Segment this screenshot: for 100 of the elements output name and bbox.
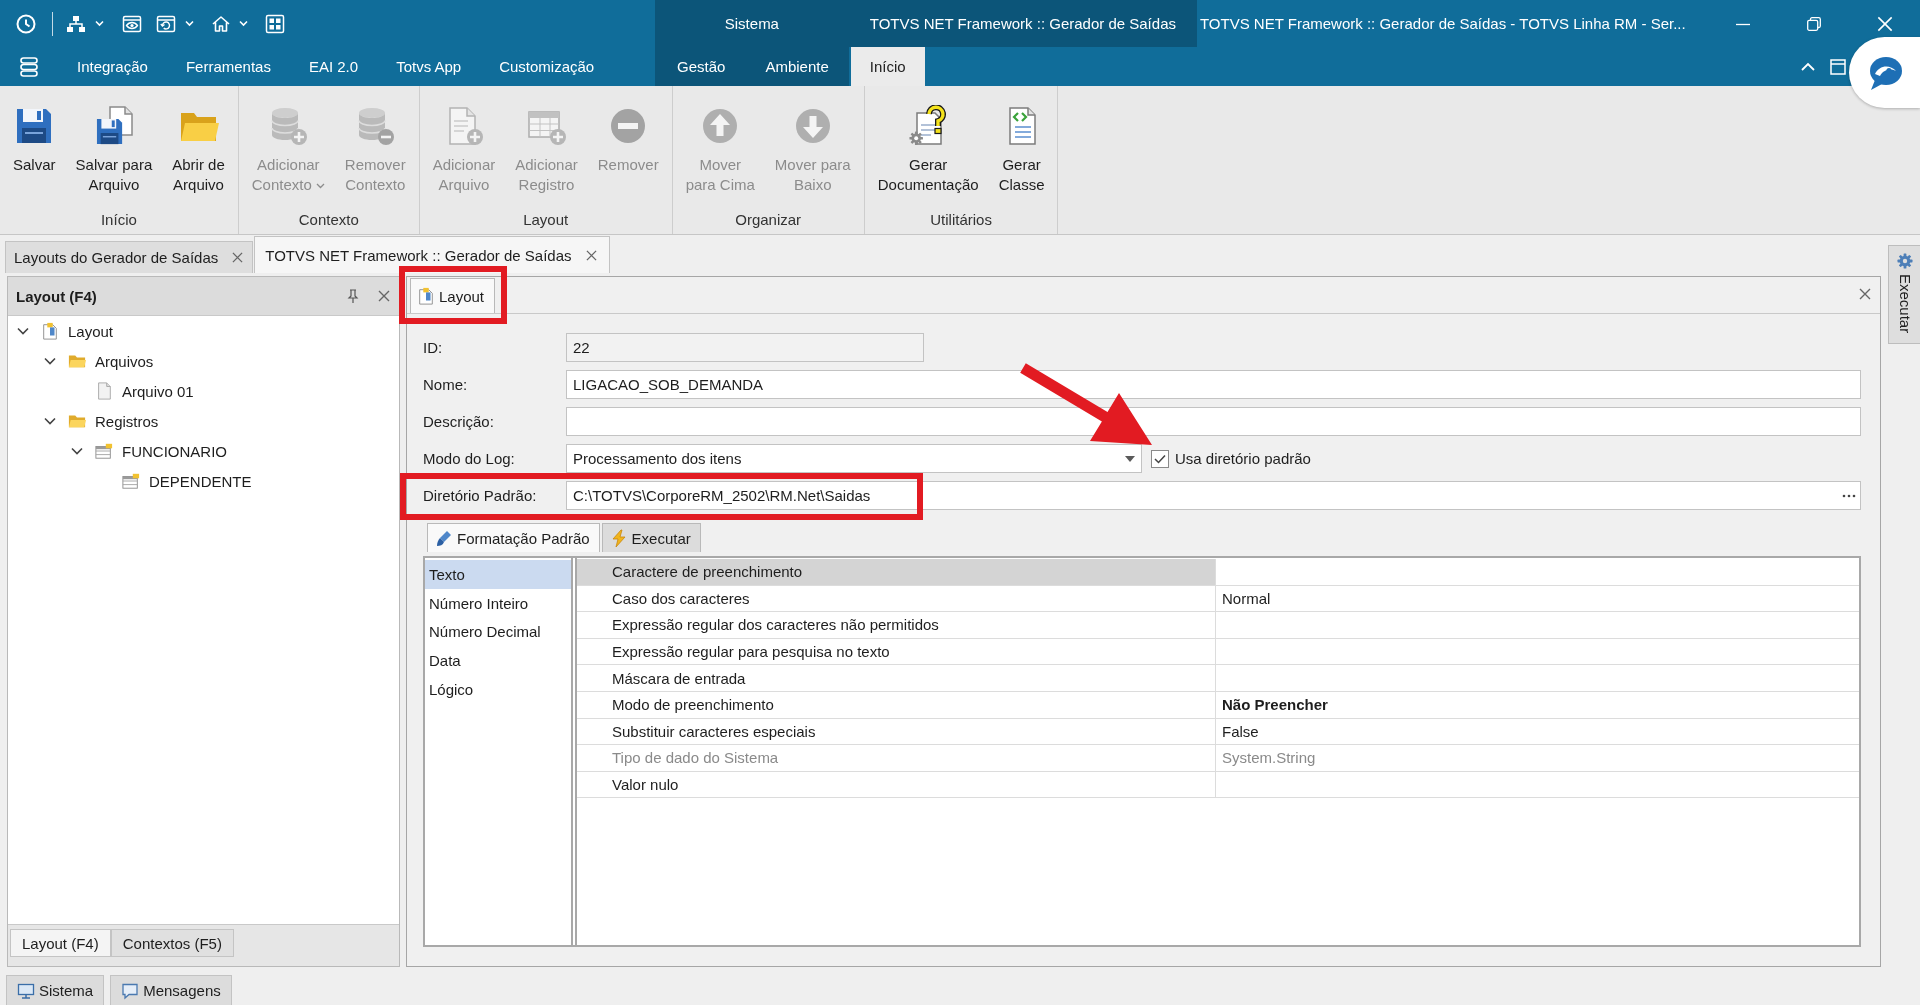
list-item[interactable]: Número Decimal — [425, 617, 571, 647]
field-label: Nome: — [423, 376, 469, 393]
field-label: Modo do Log: — [423, 450, 516, 467]
property-value[interactable]: Normal — [1216, 585, 1859, 612]
ribbon-tab[interactable]: EAI 2.0 — [289, 47, 378, 86]
property-name: Máscara de entrada — [577, 665, 1216, 691]
ribbon-tab[interactable]: Ambiente — [745, 47, 849, 86]
tree-item[interactable]: FUNCIONARIO — [70, 436, 231, 466]
tree-item[interactable]: Layout — [16, 316, 118, 346]
monitor-icon — [17, 981, 35, 1000]
property-name: Tipo de dado do Sistema — [577, 745, 1216, 771]
close-icon[interactable] — [378, 290, 390, 302]
close-icon[interactable] — [1859, 288, 1871, 300]
path-field[interactable]: C:\TOTVS\CorporeRM_2502\RM.Net\Saidas — [566, 481, 1861, 510]
document-tab[interactable]: TOTVS NET Framework :: Gerador de Saídas — [254, 236, 610, 273]
restore-icon[interactable] — [1806, 16, 1821, 31]
list-item[interactable]: Data — [425, 646, 571, 675]
text-field[interactable]: LIGACAO_SOB_DEMANDA — [566, 370, 1861, 399]
chevron-down-icon[interactable] — [44, 417, 56, 425]
list-item[interactable]: Número Inteiro — [425, 588, 571, 618]
property-name: Caractere de preenchimento — [577, 559, 1216, 585]
chat-button[interactable] — [1849, 37, 1920, 108]
checkbox-label: Usa diretório padrão — [1175, 450, 1311, 467]
property-name: Modo de preenchimento — [577, 691, 1216, 718]
panel-title: Layout (F4) — [16, 287, 98, 305]
caret-icon[interactable] — [185, 20, 194, 27]
clock-icon[interactable] — [15, 12, 37, 35]
layout-document-icon — [417, 287, 435, 305]
property-name: Caso dos caracteres — [577, 585, 1216, 612]
table-icon — [95, 442, 113, 460]
field-label: Descrição: — [423, 413, 495, 430]
tree-item[interactable]: DEPENDENTE — [97, 466, 256, 496]
group-label: Organizar — [734, 210, 803, 230]
ribbon-tab[interactable]: Ferramentas — [166, 47, 290, 86]
ribbon-tab[interactable]: Integração — [58, 47, 167, 86]
ribbon-tab[interactable]: Customização — [480, 47, 614, 86]
side-tab[interactable]: Executar — [1888, 245, 1920, 345]
window-title: TOTVS NET Framework :: Gerador de Saídas - TOTVS Linha RM - Ser... — [1198, 15, 1687, 32]
panel-tab[interactable]: Layout — [410, 278, 496, 313]
property-name: Expressão regular para pesquisa no texto — [577, 638, 1216, 665]
grid-window-icon[interactable] — [265, 13, 285, 34]
subtab[interactable]: Executar — [601, 523, 701, 552]
ellipsis-icon[interactable] — [1842, 493, 1856, 498]
ribbon-tab[interactable]: Totvs App — [377, 47, 481, 86]
home-icon[interactable] — [211, 13, 231, 34]
dropdown[interactable]: Processamento dos itens — [566, 444, 1142, 473]
lightning-icon — [609, 529, 628, 547]
caret-icon[interactable] — [239, 20, 248, 27]
refresh-window-icon[interactable] — [156, 13, 176, 34]
pen-icon — [435, 529, 453, 547]
ribbon-button[interactable]: Gerar Documentação — [869, 105, 987, 195]
list-item[interactable]: Lógico — [425, 675, 571, 704]
subtab[interactable]: Formatação Padrão — [427, 523, 600, 552]
ribbon-button[interactable]: Gerar Classe — [990, 105, 1053, 195]
field-label: Diretório Padrão: — [423, 487, 538, 504]
document-tab[interactable]: Layouts do Gerador de Saídas — [5, 241, 254, 273]
list-item[interactable]: Texto — [425, 560, 571, 589]
chevron-up-icon[interactable] — [1801, 62, 1815, 71]
window-icon[interactable] — [1830, 58, 1846, 75]
hierarchy-icon[interactable] — [66, 13, 86, 34]
group-label: Layout — [522, 210, 570, 230]
eye-window-icon[interactable] — [122, 13, 142, 34]
property-name: Substituir caracteres especiais — [577, 718, 1216, 745]
table-icon — [122, 472, 140, 490]
tree-item[interactable]: Arquivos — [43, 346, 158, 376]
chevron-down-icon[interactable] — [17, 327, 29, 335]
status-tab[interactable]: Mensagens — [110, 975, 232, 1005]
property-value[interactable]: Não Preencher — [1216, 691, 1859, 718]
tree-item[interactable]: Registros — [43, 406, 163, 436]
status-tab[interactable]: Sistema — [6, 975, 105, 1005]
group-label: Início — [99, 210, 138, 230]
tree-item[interactable]: Arquivo 01 — [70, 376, 198, 406]
property-name: Expressão regular dos caracteres não permitidos — [577, 612, 1216, 638]
property-value[interactable]: False — [1216, 718, 1859, 745]
group-label: Utilitários — [929, 210, 993, 230]
ribbon-button[interactable]: Abrir de Arquivo — [164, 105, 233, 195]
property-name: Valor nulo — [577, 771, 1216, 798]
ribbon-tab[interactable]: Gestão — [657, 47, 746, 86]
context-label: TOTVS NET Framework :: Gerador de Saídas — [848, 0, 1197, 47]
caret-down-icon[interactable] — [1125, 455, 1135, 462]
chevron-down-icon[interactable] — [71, 447, 83, 455]
close-icon[interactable] — [585, 249, 597, 261]
caret-icon[interactable] — [95, 20, 104, 27]
message-icon — [121, 981, 140, 1000]
panel-tab[interactable]: Layout (F4) — [10, 929, 111, 957]
close-icon[interactable] — [232, 252, 244, 263]
document-icon — [95, 382, 113, 400]
chevron-down-icon[interactable] — [44, 357, 56, 365]
text-field[interactable] — [566, 407, 1861, 436]
panel-tab[interactable]: Contextos (F5) — [110, 929, 234, 957]
field-label: ID: — [423, 339, 444, 356]
text-field[interactable]: 22 — [566, 333, 924, 362]
ribbon-button[interactable]: Salvar — [5, 105, 64, 175]
checkbox[interactable] — [1151, 449, 1169, 468]
caret-icon — [315, 183, 325, 190]
gear-icon — [1896, 253, 1913, 269]
ribbon-button[interactable]: Salvar para Arquivo — [67, 105, 161, 195]
menu-icon[interactable] — [19, 55, 39, 78]
pin-icon[interactable] — [347, 289, 359, 303]
ribbon-tab[interactable]: Início — [850, 47, 925, 86]
